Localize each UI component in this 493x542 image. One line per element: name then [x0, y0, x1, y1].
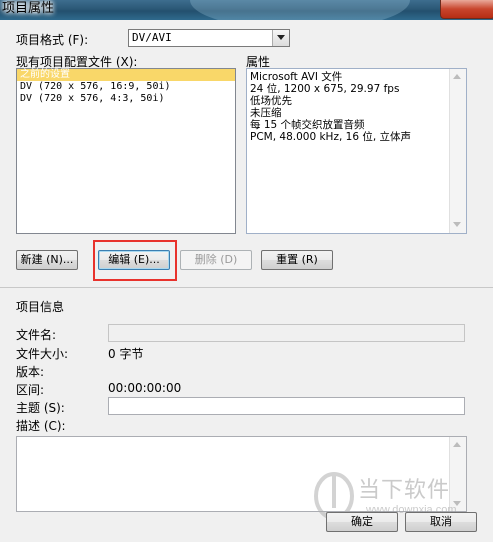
cancel-button[interactable]: 取消 [405, 512, 477, 532]
property-line: 每 15 个帧交织放置音频 [250, 119, 365, 131]
properties-scrollbar[interactable] [449, 69, 466, 233]
description-textarea[interactable] [16, 436, 467, 512]
filename-field [108, 324, 465, 342]
section-divider [0, 287, 493, 288]
format-select-value: DV/AVI [132, 31, 172, 44]
title-bar: 项目属性 [0, 0, 493, 20]
subject-label: 主题 (S): [16, 401, 65, 415]
list-item[interactable]: DV (720 x 576, 4:3, 50i) [17, 93, 235, 105]
filesize-value: 0 字节 [108, 347, 144, 361]
property-line: 低场优先 [250, 95, 292, 107]
version-label: 版本: [16, 365, 45, 379]
chevron-down-icon[interactable] [272, 30, 289, 46]
property-line: Microsoft AVI 文件 [250, 71, 343, 83]
new-button[interactable]: 新建 (N)... [16, 250, 78, 270]
titlebar-glow [190, 0, 410, 20]
ok-button[interactable]: 确定 [326, 512, 398, 532]
property-line: PCM, 48.000 kHz, 16 位, 立体声 [250, 131, 412, 143]
scroll-up-icon[interactable] [453, 74, 461, 79]
duration-value: 00:00:00:00 [108, 381, 182, 395]
list-item[interactable]: 之前的设置 [17, 69, 235, 81]
delete-button[interactable]: 删除 (D) [180, 250, 252, 270]
description-label: 描述 (C): [16, 419, 66, 433]
scroll-down-icon[interactable] [453, 222, 461, 227]
highlight-box [93, 240, 177, 281]
window-title: 项目属性 [2, 1, 55, 16]
property-line: 24 位, 1200 x 675, 29.97 fps [250, 83, 400, 95]
info-heading: 项目信息 [16, 300, 65, 314]
format-label: 项目格式 (F): [16, 33, 89, 47]
properties-panel: Microsoft AVI 文件 24 位, 1200 x 675, 29.97… [246, 68, 467, 234]
subject-input[interactable] [108, 397, 465, 415]
presets-list[interactable]: 之前的设置 DV (720 x 576, 16:9, 50i) DV (720 … [16, 68, 236, 234]
filesize-label: 文件大小: [16, 347, 69, 361]
reset-button[interactable]: 重置 (R) [261, 250, 333, 270]
scroll-up-icon[interactable] [453, 442, 461, 447]
list-item[interactable]: DV (720 x 576, 16:9, 50i) [17, 81, 235, 93]
close-button[interactable] [440, 0, 493, 19]
duration-label: 区间: [16, 383, 45, 397]
format-select[interactable]: DV/AVI [128, 29, 290, 47]
filename-label: 文件名: [16, 328, 57, 342]
scroll-down-icon[interactable] [453, 501, 461, 506]
description-scrollbar[interactable] [449, 437, 466, 511]
property-line: 未压缩 [250, 107, 282, 119]
